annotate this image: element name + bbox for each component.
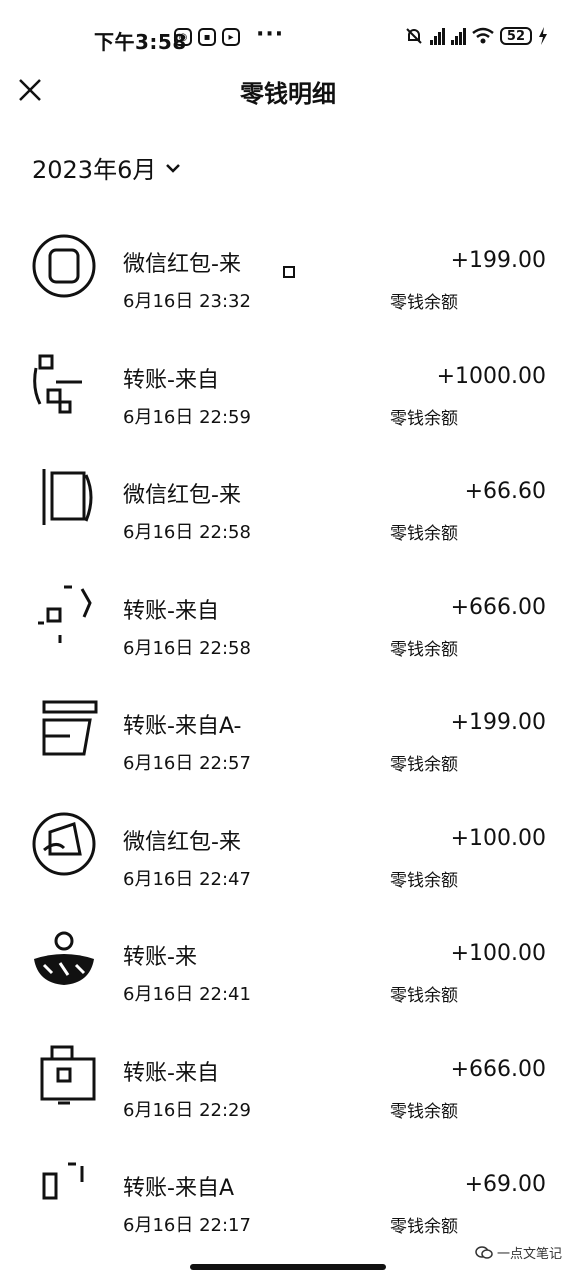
transaction-time: 6月16日 22:59 <box>123 406 251 428</box>
balance-label: 零钱余额 <box>390 524 458 544</box>
balance-label: 零钱余额 <box>390 755 458 775</box>
transaction-time: 6月16日 22:41 <box>123 984 251 1005</box>
avatar <box>42 469 93 525</box>
transaction-title: 转账-来自 <box>123 598 219 624</box>
transaction-title: 微信红包-来 <box>123 483 241 508</box>
transaction-time: 6月16日 22:29 <box>123 1099 251 1121</box>
transaction-row[interactable]: 转账-来 +100.00 6月16日 22:41 零钱余额 <box>0 901 576 1017</box>
transaction-amount: +100.00 <box>450 941 546 966</box>
transaction-amount: +666.00 <box>450 1056 546 1082</box>
balance-label: 零钱余额 <box>390 293 458 313</box>
transaction-amount: +199.00 <box>450 710 546 735</box>
app-notification-icon: ▪ <box>198 28 216 46</box>
balance-label: 零钱余额 <box>390 639 458 660</box>
transaction-title: 微信红包-来 <box>123 829 241 855</box>
month-label: 2023年6月 <box>32 156 157 184</box>
transaction-amount: +1000.00 <box>436 363 546 389</box>
transaction-time: 6月16日 22:47 <box>123 868 251 890</box>
transaction-row[interactable]: 转账-来自 +1000.00 6月16日 22:59 零钱余额 <box>0 324 576 440</box>
avatar <box>42 1162 84 1200</box>
transaction-title: 转账-来自 <box>123 367 219 393</box>
watermark: 一点文笔记 <box>475 1243 562 1262</box>
status-time: 下午3:58 <box>94 30 187 54</box>
avatar <box>32 234 96 298</box>
balance-label: 零钱余额 <box>390 1101 458 1122</box>
transaction-title: 转账-来 <box>123 945 197 970</box>
avatar <box>32 812 96 875</box>
system-icons: 52 <box>404 26 548 46</box>
transaction-time: 6月16日 23:32 <box>123 291 251 312</box>
balance-label: 零钱余额 <box>390 870 458 891</box>
transaction-time: 6月16日 22:57 <box>123 753 251 774</box>
transaction-row[interactable]: 转账-来自A- +199.00 6月16日 22:57 零钱余额 <box>0 670 576 786</box>
page-title: 零钱明细 <box>240 80 336 108</box>
avatar <box>38 585 92 643</box>
header: 零钱明细 <box>0 62 576 118</box>
avatar <box>34 931 94 985</box>
transaction-time: 6月16日 22:58 <box>123 522 251 543</box>
transaction-row[interactable]: 转账-来自A +69.00 6月16日 22:17 零钱余额 <box>0 1132 576 1248</box>
charging-icon <box>539 27 547 45</box>
transaction-amount: +666.00 <box>450 594 546 620</box>
transaction-row[interactable]: 转账-来自 +666.00 6月16日 22:58 零钱余额 <box>0 555 576 671</box>
transaction-title: 转账-来自 <box>123 1060 219 1086</box>
transaction-amount: +66.60 <box>464 479 546 504</box>
balance-label: 零钱余额 <box>390 408 458 429</box>
watermark-text: 一点文笔记 <box>496 1247 562 1262</box>
transaction-list: 微信红包-来 +199.00 6月16日 23:32 零钱余额 转账-来自 +1… <box>0 208 576 1248</box>
transaction-row[interactable]: 转账-来自 +666.00 6月16日 22:29 零钱余额 <box>0 1017 576 1133</box>
transaction-row[interactable]: 微信红包-来 +100.00 6月16日 22:47 零钱余额 <box>0 786 576 902</box>
balance-label: 零钱余额 <box>390 986 458 1006</box>
transaction-amount: +69.00 <box>464 1172 546 1197</box>
wifi-icon <box>472 27 494 44</box>
avatar <box>42 700 98 756</box>
wechat-logo-icon <box>475 1245 493 1259</box>
mute-bell-icon <box>406 28 422 44</box>
transaction-title: 转账-来自A- <box>123 714 242 739</box>
chevron-down-icon <box>166 163 181 173</box>
transaction-row[interactable]: 微信红包-来 +199.00 6月16日 23:32 零钱余额 <box>0 208 576 324</box>
month-selector[interactable]: 2023年6月 <box>32 150 182 185</box>
avatar <box>33 354 82 413</box>
home-indicator[interactable] <box>190 1264 386 1270</box>
transaction-row[interactable]: 微信红包-来 +66.60 6月16日 22:58 零钱余额 <box>0 439 576 555</box>
transaction-amount: +100.00 <box>450 825 546 851</box>
signal-icon <box>429 27 445 45</box>
transaction-time: 6月16日 22:17 <box>123 1215 251 1236</box>
signal-icon <box>450 27 466 45</box>
app-notification-icon: ◉ <box>174 28 192 46</box>
battery-icon: 52 <box>499 27 532 45</box>
transaction-title: 转账-来自A <box>123 1176 234 1201</box>
transaction-title: 微信红包-来 <box>123 252 241 277</box>
more-notifications-icon: ··· <box>256 22 285 47</box>
notification-icons: ◉ ▪ ▸ <box>174 28 240 46</box>
transaction-time: 6月16日 22:58 <box>123 637 251 659</box>
transaction-amount: +199.00 <box>450 248 546 273</box>
balance-label: 零钱余额 <box>390 1217 458 1237</box>
avatar <box>40 1045 96 1104</box>
app-notification-icon: ▸ <box>222 28 240 46</box>
